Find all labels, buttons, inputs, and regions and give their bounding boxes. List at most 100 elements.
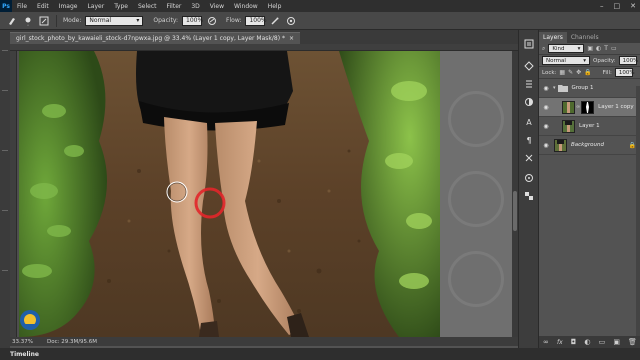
flow-field[interactable]: 100% [245, 15, 267, 26]
canvas-area[interactable] [17, 51, 518, 337]
chevron-down-icon: ▾ [583, 57, 586, 64]
brush-panel-icon[interactable] [38, 15, 50, 27]
layer-comps-icon[interactable] [523, 60, 535, 72]
minimize-button[interactable]: – [600, 2, 604, 10]
filter-shape-icon[interactable]: ▭ [611, 45, 617, 52]
link-icon[interactable]: ∞ [576, 104, 580, 110]
filter-pixel-icon[interactable]: ▣ [587, 45, 593, 52]
pressure-opacity-icon[interactable] [206, 15, 218, 27]
layer-row-layer-1-copy[interactable]: ◉ ∞ Layer 1 copy [539, 98, 640, 117]
tool-handle[interactable] [2, 50, 8, 51]
layer-opacity-field[interactable]: 100% [618, 56, 638, 65]
tool-handle[interactable] [2, 150, 8, 151]
brush-tool-icon[interactable] [6, 15, 18, 27]
blend-row: Normal ▾ Opacity: 100% [539, 55, 640, 67]
layer-mask-thumbnail[interactable] [581, 100, 595, 114]
lock-transparent-icon[interactable]: ▦ [559, 69, 565, 76]
layer-row-layer-1[interactable]: ◉ Layer 1 [539, 117, 640, 136]
filter-adjustment-icon[interactable]: ◐ [596, 45, 601, 52]
trash-icon[interactable]: 🗑 [628, 338, 637, 346]
new-layer-icon[interactable]: ▣ [613, 338, 620, 346]
filter-type-icon[interactable]: T [604, 45, 608, 52]
timeline-panel[interactable]: Timeline [0, 348, 640, 360]
layer-thumbnail [562, 119, 575, 133]
adjustment-layer-icon[interactable]: ◐ [584, 338, 590, 346]
new-group-icon[interactable]: ▭ [599, 338, 606, 346]
lock-all-icon[interactable]: 🔒 [584, 69, 591, 76]
highlight-circle-icon [194, 187, 226, 219]
blend-mode-select[interactable]: Normal ▾ [542, 56, 590, 65]
menu-image[interactable]: Image [54, 3, 83, 10]
search-icon: ⌕ [542, 44, 546, 52]
menu-view[interactable]: View [205, 3, 229, 10]
lock-pixels-icon[interactable]: ✎ [568, 69, 573, 76]
layer-name: Layer 1 [579, 123, 600, 129]
visibility-eye-icon[interactable]: ◉ [542, 85, 550, 92]
photoshop-logo: Ps [0, 0, 12, 12]
menu-select[interactable]: Select [133, 3, 162, 10]
visibility-eye-icon[interactable]: ◉ [542, 123, 550, 130]
tool-handle[interactable] [2, 270, 8, 271]
mode-select[interactable]: Normal ▾ [85, 15, 144, 26]
layers-panel-tabs: Layers Channels [539, 30, 640, 43]
pressure-size-icon[interactable] [285, 15, 297, 27]
character-icon[interactable]: A [523, 116, 535, 128]
svg-text:•: • [27, 23, 29, 26]
menu-window[interactable]: Window [229, 3, 263, 10]
chevron-down-icon: ▾ [136, 17, 140, 24]
history-icon[interactable] [523, 38, 535, 50]
swatches-icon[interactable] [523, 190, 535, 202]
properties-icon[interactable] [523, 78, 535, 90]
tab-layers[interactable]: Layers [539, 32, 567, 43]
paragraph-icon[interactable]: ¶ [523, 134, 535, 146]
options-bar: • Mode: Normal ▾ Opacity: 100% Flow: 100… [0, 12, 640, 30]
window-controls: – □ ✕ [600, 0, 636, 12]
menu-edit[interactable]: Edit [32, 3, 54, 10]
layer-name: Group 1 [571, 85, 594, 91]
menu-help[interactable]: Help [263, 3, 287, 10]
tool-handle[interactable] [2, 210, 8, 211]
scrollbar-thumb[interactable] [513, 191, 517, 231]
clone-source-icon[interactable] [523, 172, 535, 184]
menu-file[interactable]: File [12, 3, 32, 10]
document-title: girl_stock_photo_by_kawaieli_stock-d7npw… [16, 35, 285, 42]
maximize-button[interactable]: □ [614, 2, 621, 10]
adjustments-icon[interactable] [523, 96, 535, 108]
tab-channels[interactable]: Channels [567, 32, 603, 43]
document-size[interactable]: Doc: 29.3M/95.6M [47, 339, 97, 345]
forest-path-image [19, 51, 440, 337]
tool-handle[interactable] [2, 90, 8, 91]
menu-layer[interactable]: Layer [82, 3, 109, 10]
fill-field[interactable]: 100% [614, 68, 635, 77]
zoom-level[interactable]: 33.37% [12, 339, 33, 345]
flow-label: Flow: [226, 17, 242, 24]
fx-icon[interactable]: fx [557, 339, 563, 346]
kind-filter-select[interactable]: Kind ▾ [548, 44, 585, 53]
divider [56, 14, 57, 27]
visibility-eye-icon[interactable]: ◉ [542, 142, 550, 149]
close-tab-icon[interactable]: × [289, 35, 294, 42]
opacity-field[interactable]: 100% [182, 15, 203, 26]
status-bar: 33.37% Doc: 29.3M/95.6M [10, 337, 518, 346]
add-mask-icon[interactable]: ◘ [571, 338, 577, 346]
menu-bar: Ps File Edit Image Layer Type Select Fil… [0, 0, 640, 12]
filter-row: ⌕ Kind ▾ ▣ ◐ T ▭ [539, 43, 640, 55]
lock-icon: 🔒 [628, 141, 636, 149]
expand-chevron-icon[interactable]: ▾ [553, 85, 556, 91]
menu-3d[interactable]: 3D [186, 3, 204, 10]
vertical-ruler [10, 51, 17, 337]
airbrush-icon[interactable] [269, 15, 281, 27]
layers-scrollbar[interactable] [636, 86, 640, 336]
brush-size-icon[interactable]: • [22, 15, 34, 27]
close-window-button[interactable]: ✕ [630, 2, 636, 10]
lock-position-icon[interactable]: ✥ [576, 69, 581, 76]
menu-type[interactable]: Type [109, 3, 133, 10]
document-photo[interactable] [19, 51, 440, 337]
link-layers-icon[interactable]: ∞ [543, 338, 549, 346]
layer-row-background[interactable]: ◉ Background 🔒 [539, 136, 640, 155]
menu-filter[interactable]: Filter [162, 3, 187, 10]
document-tab[interactable]: girl_stock_photo_by_kawaieli_stock-d7npw… [10, 32, 301, 44]
tool-presets-icon[interactable] [523, 152, 535, 164]
layer-row-group[interactable]: ◉ ▾ Group 1 [539, 79, 640, 98]
visibility-eye-icon[interactable]: ◉ [542, 104, 550, 111]
